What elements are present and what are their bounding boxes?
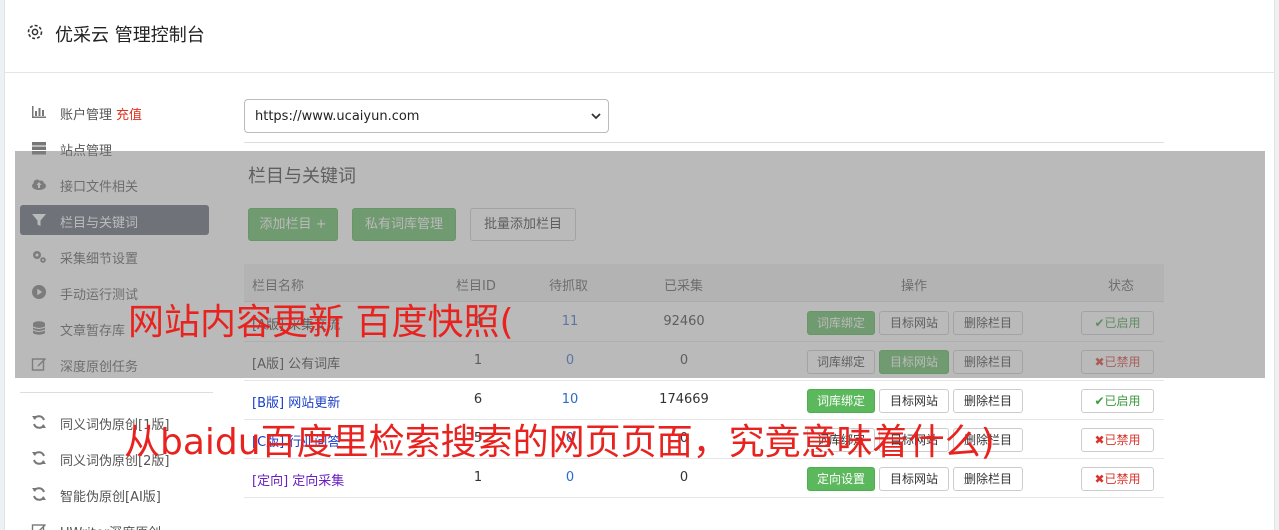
- sidebar-item-label: 账户管理: [60, 108, 113, 123]
- sidebar-item-label: 栏目与关键词: [60, 216, 139, 231]
- lexicon-bind-button[interactable]: 词库绑定: [807, 311, 875, 335]
- column-header: 栏目ID: [456, 279, 496, 294]
- site-select-value: https://www.ucaiyun.com: [255, 109, 420, 124]
- column-header: 待抓取: [549, 279, 589, 294]
- sidebar-item-collect-settings[interactable]: 采集细节设置: [20, 241, 209, 271]
- sidebar-item-label: 接口文件相关: [60, 180, 139, 195]
- pending-count: 0: [565, 353, 575, 368]
- sidebar-item-uwriter[interactable]: UWriter深度原创: [20, 515, 209, 530]
- sidebar-item-label: 手动运行测试: [60, 288, 139, 303]
- batch-add-button[interactable]: 批量添加栏目: [470, 208, 576, 241]
- page-title: 优采云 管理控制台: [55, 25, 205, 46]
- sidebar-item-label: 深度原创任务: [60, 360, 139, 375]
- sidebar-item-interface[interactable]: 接口文件相关: [20, 169, 209, 199]
- lexicon-bind-button[interactable]: 词库绑定: [807, 350, 875, 374]
- target-site-button[interactable]: 目标网站: [879, 467, 949, 491]
- column-header: 状态: [1108, 279, 1135, 294]
- chevron-down-icon: [591, 113, 601, 120]
- delete-column-button[interactable]: 删除栏目: [953, 311, 1023, 335]
- collected-count: 0: [679, 470, 689, 485]
- collected-count: 0: [679, 353, 689, 368]
- column-header: 操作: [901, 279, 928, 294]
- target-site-button[interactable]: 目标网站: [879, 389, 949, 413]
- status-toggle[interactable]: ✖已禁用: [1081, 467, 1154, 491]
- sidebar-item-account[interactable]: 账户管理 充值: [20, 97, 209, 127]
- private-lexicon-button[interactable]: 私有词库管理: [352, 208, 456, 241]
- targeted-settings-button[interactable]: 定向设置: [807, 467, 875, 491]
- server-icon: [32, 142, 46, 155]
- edit-icon: [31, 524, 46, 530]
- sidebar-item-label: 站点管理: [60, 144, 113, 159]
- divider: [244, 142, 1164, 143]
- refresh-icon: [32, 487, 46, 501]
- filter-icon: [32, 214, 46, 226]
- sidebar-item-label: 文章暂存库: [60, 324, 126, 339]
- delete-column-button[interactable]: 删除栏目: [953, 467, 1023, 491]
- column-id: 6: [473, 392, 483, 407]
- column-name[interactable]: [定向] 定向采集: [252, 470, 344, 489]
- sidebar-item-sites[interactable]: 站点管理: [20, 133, 209, 163]
- pending-count: 0: [565, 470, 575, 485]
- section-title: 栏目与关键词: [248, 166, 356, 187]
- database-icon: [32, 321, 46, 335]
- pending-count: 11: [561, 314, 579, 329]
- add-column-button[interactable]: 添加栏目 +: [248, 208, 338, 241]
- status-toggle[interactable]: ✔已启用: [1081, 311, 1154, 335]
- delete-column-button[interactable]: 删除栏目: [953, 350, 1023, 374]
- sidebar-divider: [20, 392, 213, 393]
- collected-count: 174669: [659, 392, 709, 407]
- header: 优采云 管理控制台: [5, 0, 1274, 73]
- lexicon-bind-button[interactable]: 词库绑定: [807, 389, 875, 413]
- column-name[interactable]: [A版] 公有词库: [252, 353, 340, 372]
- sidebar-item-deep-original[interactable]: 深度原创任务: [20, 349, 209, 379]
- column-id: 1: [473, 353, 483, 368]
- refresh-icon: [32, 415, 46, 429]
- sidebar-item-columns[interactable]: 栏目与关键词: [20, 205, 209, 235]
- play-circle-icon: [32, 285, 46, 299]
- gears-icon: [33, 251, 46, 263]
- sidebar-item-label: 智能伪原创[AI版]: [60, 490, 161, 505]
- column-name[interactable]: [B版] 网站更新: [252, 392, 340, 411]
- status-toggle[interactable]: ✔已启用: [1081, 389, 1154, 413]
- pending-count: 10: [561, 392, 579, 407]
- recharge-link[interactable]: 充值: [116, 108, 142, 123]
- status-toggle[interactable]: ✖已禁用: [1081, 350, 1154, 374]
- delete-column-button[interactable]: 删除栏目: [953, 389, 1023, 413]
- headline-text: 网站内容更新 百度快照(: [128, 302, 514, 343]
- column-id: 1: [473, 470, 483, 485]
- gear-icon: [27, 24, 43, 40]
- target-site-button[interactable]: 目标网站: [879, 311, 949, 335]
- collected-count: 92460: [663, 314, 705, 329]
- target-site-button[interactable]: 目标网站: [879, 350, 949, 374]
- site-select[interactable]: https://www.ucaiyun.com: [244, 99, 609, 133]
- table-row: [A版] 公有词库 1 0 0 词库绑定 目标网站 删除栏目 ✖已禁用: [244, 342, 1164, 381]
- sidebar-item-label: UWriter深度原创: [60, 522, 161, 530]
- status-toggle[interactable]: ✖已禁用: [1081, 428, 1154, 452]
- refresh-icon: [32, 451, 46, 465]
- column-header: 栏目名称: [252, 279, 305, 294]
- column-header: 已采集: [664, 279, 704, 294]
- sidebar-item-label: 采集细节设置: [60, 252, 139, 267]
- cloud-upload-icon: [32, 179, 46, 190]
- edit-icon: [31, 358, 46, 371]
- sidebar-item-ai-rewrite[interactable]: 智能伪原创[AI版]: [20, 479, 209, 509]
- bar-chart-icon: [32, 106, 46, 118]
- headline-text: 从baidu百度里检索搜索的网页页面，究竟意味着什么): [124, 422, 995, 463]
